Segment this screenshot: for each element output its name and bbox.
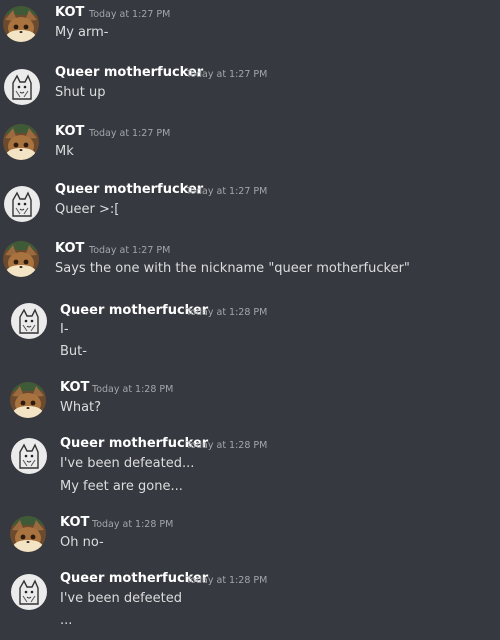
chat-message-list: KOT Today at 1:27 PM My arm- Queer mothe… (0, 0, 500, 640)
message-timestamp[interactable]: Today at 1:27 PM (89, 9, 170, 20)
message-timestamp[interactable]: Today at 1:27 PM (89, 128, 170, 139)
kot-avatar-icon[interactable] (3, 124, 39, 160)
message-timestamp[interactable]: Today at 1:28 PM (186, 440, 267, 451)
kot-avatar-icon[interactable] (3, 241, 39, 277)
message-text: I've been defeeted (60, 591, 183, 606)
message-text: My arm- (55, 25, 109, 40)
message-author[interactable]: KOT (60, 515, 89, 530)
message-author[interactable]: KOT (55, 5, 84, 20)
kot-avatar-icon[interactable] (10, 516, 46, 552)
queer-avatar-icon[interactable] (4, 186, 40, 222)
kot-avatar-icon[interactable] (3, 6, 39, 42)
message-text: ... (60, 613, 73, 628)
message-text: I- (60, 322, 69, 337)
kot-avatar-icon[interactable] (10, 382, 46, 418)
message-timestamp[interactable]: Today at 1:27 PM (89, 245, 170, 256)
message-timestamp[interactable]: Today at 1:27 PM (186, 69, 267, 80)
message-text: But- (60, 344, 87, 359)
message-timestamp[interactable]: Today at 1:28 PM (186, 575, 267, 586)
message-timestamp[interactable]: Today at 1:28 PM (92, 519, 173, 530)
message-text: Says the one with the nickname "queer mo… (55, 261, 410, 276)
message-text: Mk (55, 144, 74, 159)
queer-avatar-icon[interactable] (11, 574, 47, 610)
message-author[interactable]: Queer motherfucker (55, 65, 203, 80)
message-author[interactable]: KOT (55, 124, 84, 139)
message-author[interactable]: Queer motherfucker (55, 182, 203, 197)
message-text: My feet are gone... (60, 479, 183, 494)
message-text: What? (60, 400, 102, 415)
message-text: Shut up (55, 85, 106, 100)
queer-avatar-icon[interactable] (11, 438, 47, 474)
message-timestamp[interactable]: Today at 1:28 PM (186, 307, 267, 318)
queer-avatar-icon[interactable] (11, 303, 47, 339)
message-text: Queer >:[ (55, 202, 120, 217)
queer-avatar-icon[interactable] (4, 69, 40, 105)
message-timestamp[interactable]: Today at 1:28 PM (92, 384, 173, 395)
message-author[interactable]: KOT (55, 241, 84, 256)
message-timestamp[interactable]: Today at 1:27 PM (186, 186, 267, 197)
message-author[interactable]: KOT (60, 380, 89, 395)
message-text: I've been defeated... (60, 456, 195, 471)
message-text: Oh no- (60, 535, 104, 550)
